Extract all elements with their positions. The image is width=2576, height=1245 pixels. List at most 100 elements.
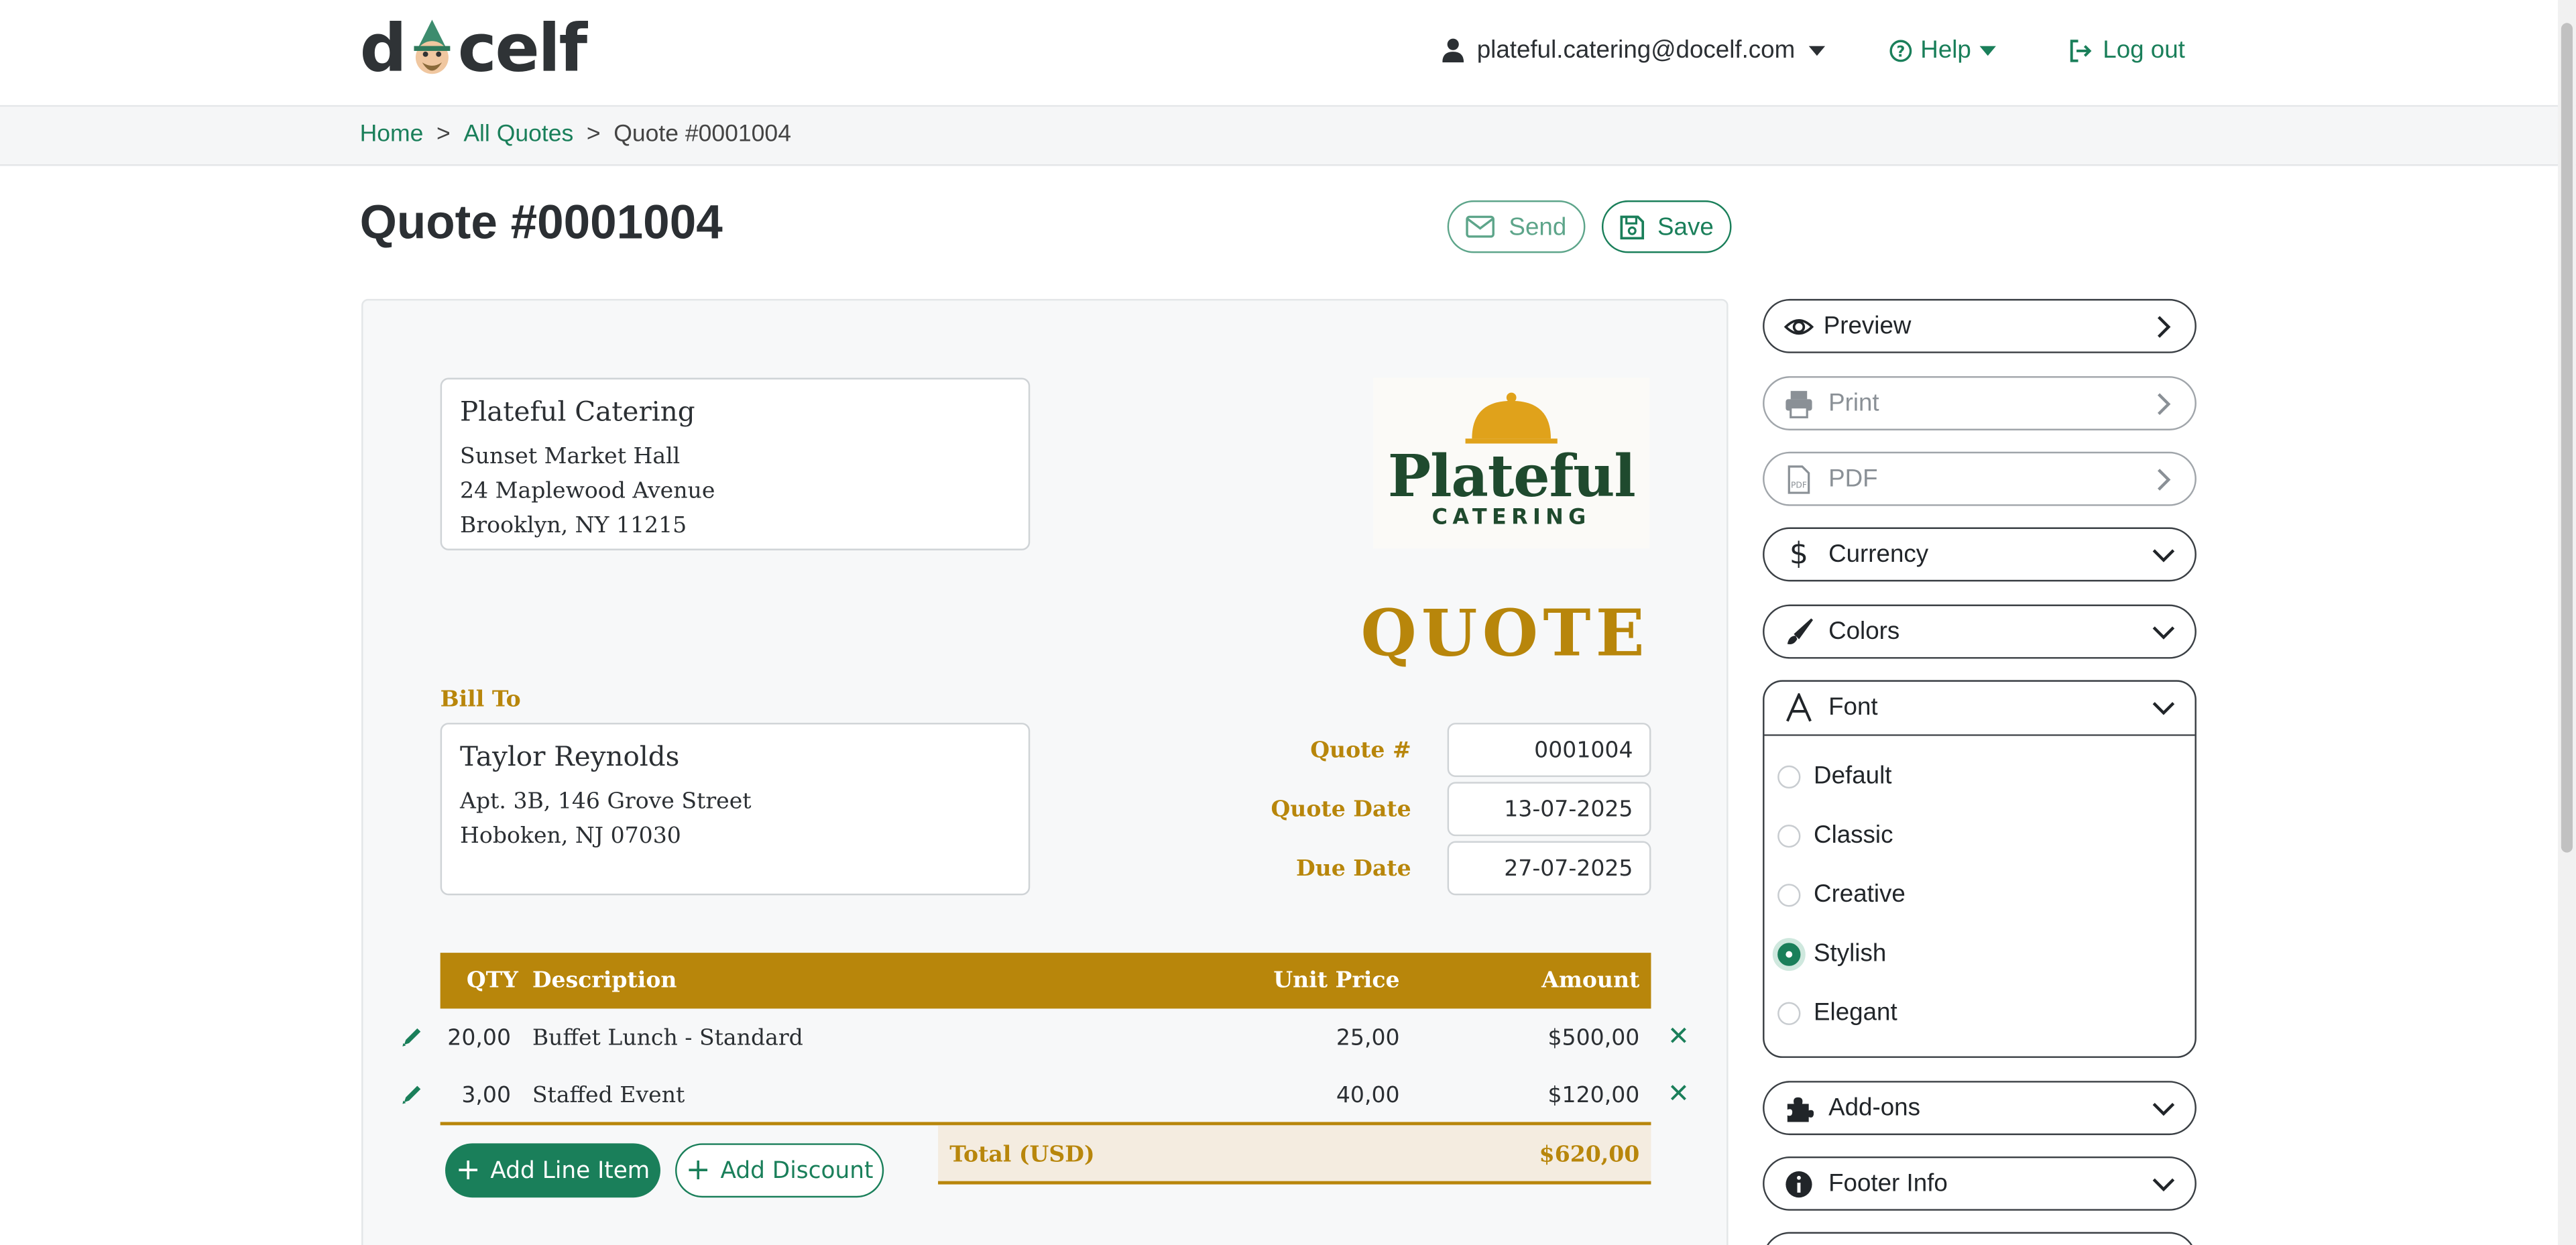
addons-button[interactable]: Add-ons — [1763, 1081, 2197, 1136]
pdf-button[interactable]: PDF PDF — [1763, 451, 2197, 506]
puzzle-piece-icon — [1787, 1097, 1814, 1122]
font-option-classic[interactable]: Classic — [1777, 821, 1893, 849]
table-row[interactable]: 20,00 Buffet Lunch - Standard 25,00 $500… — [402, 1010, 1690, 1068]
pdf-label: PDF — [1828, 465, 1878, 493]
add-line-item-button[interactable]: + Add Line Item — [445, 1143, 660, 1198]
pencil-icon[interactable] — [401, 1025, 424, 1048]
page-scrollbar[interactable] — [2557, 0, 2576, 1245]
font-option-stylish[interactable]: Stylish — [1777, 939, 1887, 968]
company-logo-word: Plateful — [1387, 443, 1636, 512]
bill-to-address-line: Hoboken, NJ 07030 — [460, 823, 681, 849]
radio-button[interactable] — [1777, 823, 1801, 847]
envelope-icon — [1466, 215, 1496, 238]
pencil-icon[interactable] — [401, 1083, 424, 1106]
sidebar-more-button[interactable] — [1763, 1232, 2197, 1245]
bill-to-name: Taylor Reynolds — [460, 741, 680, 772]
quote-date-field[interactable]: 13-07-2025 — [1447, 782, 1651, 837]
breadcrumb-all-quotes[interactable]: All Quotes — [463, 121, 573, 147]
scrollbar-thumb[interactable] — [2561, 23, 2573, 853]
chevron-right-icon — [2158, 316, 2171, 338]
from-address-box[interactable]: Plateful Catering Sunset Market Hall 24 … — [440, 377, 1031, 550]
plus-icon: + — [685, 1152, 711, 1187]
from-address-line: Brooklyn, NY 11215 — [460, 512, 687, 539]
radio-button-selected[interactable] — [1777, 942, 1801, 965]
table-row[interactable]: 3,00 Staffed Event 40,00 $120,00 ✕ — [402, 1068, 1690, 1126]
font-toggle-button[interactable]: Font — [1764, 682, 2195, 736]
font-label: Font — [1828, 693, 1878, 721]
font-option-label: Stylish — [1814, 939, 1887, 968]
delete-icon[interactable]: ✕ — [1667, 1022, 1690, 1049]
quote-number-field[interactable]: 0001004 — [1447, 723, 1651, 777]
column-header-qty: QTY — [466, 967, 518, 994]
row-description: Staffed Event — [532, 1082, 685, 1109]
footer-info-button[interactable]: Footer Info — [1763, 1156, 2197, 1211]
footer-info-label: Footer Info — [1828, 1169, 1948, 1198]
colors-button[interactable]: Colors — [1763, 604, 2197, 659]
chevron-down-icon — [2152, 626, 2175, 640]
font-option-default[interactable]: Default — [1777, 762, 1891, 790]
company-logo-sub: CATERING — [1431, 506, 1591, 531]
row-unit-price: 40,00 — [1336, 1082, 1400, 1109]
row-unit-price: 25,00 — [1336, 1024, 1400, 1052]
bill-to-box[interactable]: Taylor Reynolds Apt. 3B, 146 Grove Stree… — [440, 723, 1031, 896]
add-discount-button[interactable]: + Add Discount — [675, 1143, 884, 1198]
radio-button[interactable] — [1777, 1001, 1801, 1024]
breadcrumb-home[interactable]: Home — [360, 121, 424, 147]
font-option-creative[interactable]: Creative — [1777, 880, 1906, 908]
logo-text-right: celf — [457, 11, 587, 87]
top-navbar: d celf plateful.catering@docelf.com ? He… — [0, 0, 2576, 107]
line-items-header: QTY Description Unit Price Amount — [440, 953, 1651, 1009]
save-button[interactable]: Save — [1601, 200, 1732, 253]
printer-icon — [1785, 391, 1812, 418]
user-email: plateful.catering@docelf.com — [1476, 36, 1796, 64]
svg-text:?: ? — [1896, 43, 1905, 60]
send-button[interactable]: Send — [1447, 200, 1586, 253]
bill-to-address-line: Apt. 3B, 146 Grove Street — [460, 788, 752, 815]
row-amount: $120,00 — [1547, 1082, 1640, 1109]
dollar-icon: $ — [1789, 537, 1808, 572]
font-option-label: Default — [1814, 762, 1892, 790]
font-option-elegant[interactable]: Elegant — [1777, 999, 1897, 1026]
user-menu[interactable]: plateful.catering@docelf.com — [1442, 36, 1825, 64]
company-logo[interactable]: Plateful CATERING — [1373, 377, 1650, 549]
user-icon — [1442, 38, 1464, 63]
eye-icon — [1783, 318, 1814, 335]
total-row: Total (USD) $620,00 — [938, 1125, 1651, 1185]
elf-mascot-icon — [407, 17, 457, 82]
font-panel: Font Default Classic Creative Stylish El… — [1763, 680, 2197, 1058]
plus-icon: + — [455, 1152, 481, 1187]
breadcrumb-separator: > — [586, 121, 601, 148]
currency-button[interactable]: $ Currency — [1763, 527, 2197, 582]
total-value: $620,00 — [1539, 1141, 1640, 1169]
due-date-field[interactable]: 27-07-2025 — [1447, 841, 1651, 896]
font-option-label: Creative — [1814, 880, 1906, 908]
caret-down-icon — [1808, 45, 1825, 56]
svg-text:PDF: PDF — [1791, 481, 1807, 490]
docelf-logo[interactable]: d celf — [360, 11, 588, 87]
quote-date-label: Quote Date — [1271, 796, 1411, 823]
print-button[interactable]: Print — [1763, 376, 2197, 430]
chevron-down-icon — [2152, 1178, 2175, 1192]
currency-label: Currency — [1828, 540, 1929, 569]
font-icon — [1786, 693, 1812, 722]
add-discount-label: Add Discount — [720, 1157, 874, 1184]
floppy-disk-icon — [1620, 215, 1644, 239]
logout-link[interactable]: Log out — [2068, 36, 2185, 64]
send-label: Send — [1509, 213, 1567, 241]
breadcrumb-bar: Home > All Quotes > Quote #0001004 — [0, 107, 2576, 166]
chevron-down-icon — [2152, 1102, 2175, 1116]
from-address-line: Sunset Market Hall — [460, 443, 681, 470]
quote-document: Plateful Catering Sunset Market Hall 24 … — [361, 298, 1729, 1245]
preview-button[interactable]: Preview — [1763, 298, 2197, 353]
add-line-item-label: Add Line Item — [490, 1157, 650, 1184]
save-label: Save — [1657, 213, 1714, 241]
help-circle-icon: ? — [1889, 39, 1912, 62]
colors-label: Colors — [1828, 617, 1900, 646]
quote-number-label: Quote # — [1310, 737, 1411, 764]
help-menu[interactable]: ? Help — [1889, 36, 1996, 64]
radio-button[interactable] — [1777, 882, 1801, 906]
breadcrumb-current: Quote #0001004 — [613, 121, 791, 148]
delete-icon[interactable]: ✕ — [1667, 1080, 1690, 1106]
document-type-heading: QUOTE — [1360, 596, 1650, 672]
radio-button[interactable] — [1777, 764, 1801, 788]
